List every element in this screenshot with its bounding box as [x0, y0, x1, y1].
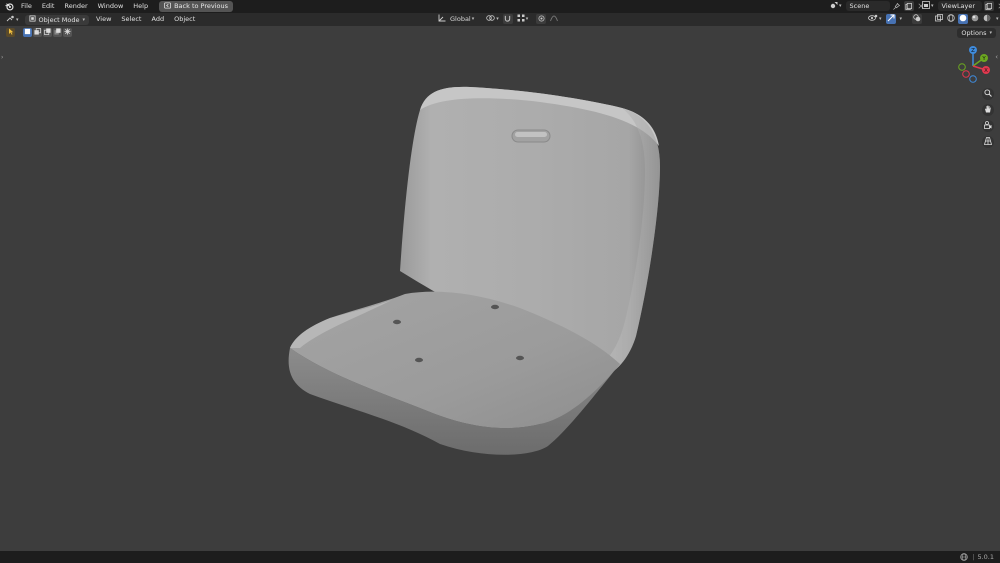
close-icon[interactable]: [996, 1, 1000, 11]
mounting-hole: [415, 357, 423, 363]
xray-icon: [935, 14, 943, 24]
3d-viewport[interactable]: › Options ▾ ‹ Z Y X: [0, 26, 1000, 551]
back-button-label: Back to Previous: [174, 2, 229, 10]
scene-browse-button[interactable]: ▾: [828, 1, 844, 11]
wireframe-shading-button[interactable]: [946, 14, 956, 24]
blender-logo-icon[interactable]: [4, 2, 14, 12]
rendered-shading-button[interactable]: [982, 14, 992, 24]
back-to-previous-button[interactable]: Back to Previous: [159, 1, 234, 12]
editor-type-icon: [6, 15, 15, 25]
transform-orientation-icon: [438, 14, 446, 24]
mounting-hole: [393, 319, 401, 325]
menu-edit[interactable]: Edit: [37, 0, 60, 13]
back-icon: [164, 1, 172, 12]
mounting-hole: [516, 355, 524, 361]
xray-toggle[interactable]: [934, 14, 944, 24]
material-shading-button[interactable]: [970, 14, 980, 24]
chevron-down-icon: ▾: [496, 16, 499, 22]
view-layer-browse-button[interactable]: ▾: [920, 1, 936, 11]
transform-orientation-label: Global: [450, 15, 471, 23]
view-layer-selector: ▾ ViewLayer: [920, 1, 1000, 11]
gizmo-icon: [887, 14, 895, 24]
view-layer-icon: [922, 1, 930, 11]
transform-orientation-dropdown[interactable]: Global ▾: [436, 14, 476, 24]
status-bar: | 5.0.1: [0, 551, 1000, 563]
chevron-down-icon: ▾: [899, 16, 903, 22]
menu-object[interactable]: Object: [169, 13, 200, 26]
snap-target-dropdown[interactable]: ▾: [515, 14, 531, 24]
gizmo-dropdown[interactable]: ▾: [898, 14, 905, 24]
chevron-down-icon: ▾: [931, 3, 934, 9]
chevron-down-icon: ▾: [879, 16, 882, 22]
chevron-down-icon: ▾: [82, 16, 85, 23]
snap-icon: [504, 15, 511, 24]
version-label: 5.0.1: [977, 553, 994, 561]
chevron-down-icon: ▾: [839, 3, 842, 9]
solid-shading-icon: [959, 14, 967, 24]
viewport-display-controls: ▾ ▾ ▾: [866, 14, 1000, 24]
scene-name-field[interactable]: Scene: [845, 1, 890, 11]
proportional-icon: [538, 15, 545, 24]
pivot-icon: [486, 14, 495, 24]
chevron-down-icon: ▾: [16, 16, 19, 23]
overlay-toggle[interactable]: [912, 14, 923, 24]
wireframe-shading-icon: [947, 14, 955, 24]
proportional-falloff-icon: [550, 14, 559, 24]
shading-dropdown[interactable]: ▾: [994, 14, 1000, 24]
new-view-layer-icon[interactable]: [983, 1, 994, 11]
menu-select[interactable]: Select: [116, 13, 146, 26]
view-layer-name-field[interactable]: ViewLayer: [937, 1, 982, 11]
rendered-shading-icon: [983, 14, 991, 24]
snap-toggle[interactable]: [502, 14, 513, 24]
new-scene-icon[interactable]: [903, 1, 914, 11]
mounting-hole: [491, 304, 499, 310]
chair-handle-slot-highlight: [515, 132, 547, 137]
scene-icon: [830, 1, 838, 11]
object-mode-dropdown[interactable]: Object Mode ▾: [24, 14, 89, 25]
menu-help[interactable]: Help: [128, 0, 153, 13]
top-bar: File Edit Render Window Help Back to Pre…: [0, 0, 1000, 13]
material-shading-icon: [971, 14, 979, 24]
snap-target-icon: [517, 14, 525, 24]
chevron-down-icon: ▾: [471, 16, 475, 22]
overlay-icon: [913, 14, 921, 24]
editor-type-button[interactable]: ▾: [4, 15, 21, 25]
chevron-down-icon: ▾: [996, 16, 999, 22]
menu-view[interactable]: View: [91, 13, 116, 26]
globe-icon: [960, 553, 968, 561]
menu-add[interactable]: Add: [146, 13, 169, 26]
visibility-dropdown[interactable]: ▾: [866, 14, 884, 24]
status-separator: |: [972, 553, 975, 561]
chair-seat-model[interactable]: [0, 26, 1000, 551]
pin-icon[interactable]: [892, 1, 902, 11]
menu-window[interactable]: Window: [93, 0, 129, 13]
proportional-falloff-dropdown[interactable]: [548, 14, 560, 24]
viewport-header: ▾ Object Mode ▾ View Select Add Object G…: [0, 13, 1000, 26]
visibility-icon: [868, 14, 878, 24]
object-mode-icon: [28, 15, 36, 24]
menu-file[interactable]: File: [16, 0, 37, 13]
chevron-down-icon: ▾: [525, 16, 529, 22]
pivot-point-dropdown[interactable]: ▾: [484, 14, 501, 24]
scene-selector: ▾ Scene: [828, 1, 926, 11]
menu-render[interactable]: Render: [59, 0, 92, 13]
gizmo-toggle[interactable]: [885, 14, 896, 24]
proportional-editing-toggle[interactable]: [536, 14, 547, 24]
transform-controls: Global ▾ ▾ ▾: [436, 14, 560, 24]
object-mode-label: Object Mode: [38, 15, 80, 24]
solid-shading-button[interactable]: [958, 14, 969, 24]
